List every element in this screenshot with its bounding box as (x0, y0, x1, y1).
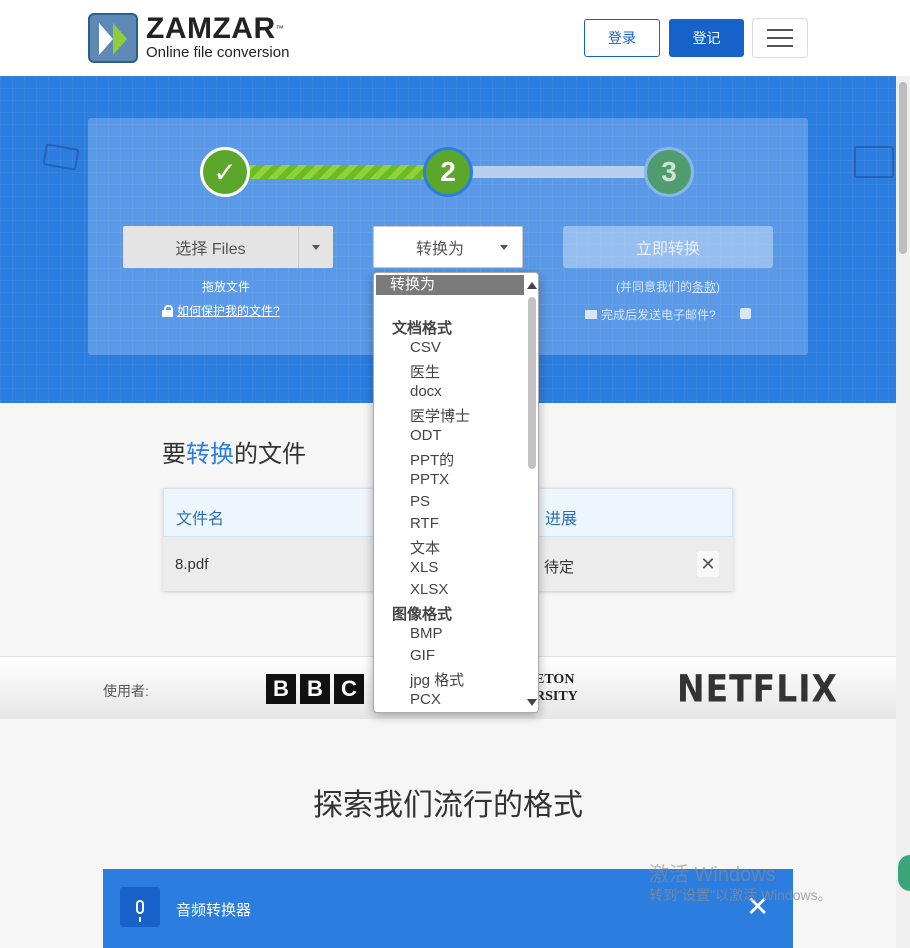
files-title-prefix: 要 (162, 441, 186, 468)
logo-name: ZAMZAR (146, 12, 276, 45)
remove-file-button[interactable]: ✕ (697, 551, 719, 577)
dropdown-option-selected[interactable]: 转换为 (376, 275, 524, 295)
dropdown-option[interactable]: PCX (410, 691, 441, 708)
menu-bar-icon (767, 29, 793, 31)
hamburger-menu-button[interactable] (752, 18, 808, 58)
princeton-logo: ETON RSITY (535, 671, 578, 705)
files-section-title: 要转换的文件 (162, 434, 306, 469)
dropdown-option[interactable]: 医生 (410, 361, 440, 382)
email-on-complete: 完成后发送电子邮件? (585, 306, 716, 323)
netflix-logo: NETFLIX (677, 666, 838, 711)
dropdown-option[interactable]: 医学博士 (410, 405, 470, 426)
progress-bar-complete (248, 165, 426, 179)
email-on-complete-label: 完成后发送电子邮件? (601, 308, 716, 322)
column-header-progress: 进展 (545, 511, 578, 528)
menu-bar-icon (767, 45, 793, 47)
choose-files-dropdown-toggle[interactable] (299, 226, 333, 268)
logo-tagline: Online file conversion (146, 44, 290, 61)
chevron-down-icon (500, 245, 508, 250)
lock-icon (162, 304, 173, 317)
step-3-indicator: 3 (644, 147, 694, 197)
signup-button[interactable]: 登记 (669, 19, 744, 57)
microphone-icon (136, 900, 144, 922)
choose-files-button[interactable]: 选择 Files (123, 226, 333, 268)
windows-activation-watermark: 激活 Windows (649, 864, 776, 886)
dropdown-option[interactable]: XLS (410, 559, 438, 576)
page-scrollbar-thumb[interactable] (899, 82, 907, 254)
decorative-doodle-icon (42, 143, 80, 171)
zamzar-logo-icon (88, 13, 138, 63)
file-name-cell: 8.pdf (175, 556, 209, 573)
convert-to-select-value: 转换为 (416, 241, 465, 258)
drop-files-hint: 拖放文件 (202, 280, 251, 294)
microphone-icon-box (120, 887, 160, 927)
terms-prefix: (并同意我们的 (616, 280, 692, 294)
dropdown-option[interactable]: PPTX (410, 471, 449, 488)
file-status-cell: 待定 (544, 559, 575, 576)
envelope-icon (585, 310, 597, 319)
page-scrollbar[interactable] (896, 76, 910, 948)
site-header: ZAMZAR™ Online file conversion 登录 登记 (0, 0, 910, 76)
option-group-documents: 文档格式 (392, 320, 453, 337)
progress-bar-pending (470, 166, 648, 178)
dropdown-option[interactable]: docx (410, 383, 442, 400)
option-group-images: 图像格式 (392, 606, 453, 623)
explore-formats-title: 探索我们流行的格式 (313, 789, 583, 822)
column-header-filename: 文件名 (176, 511, 225, 528)
zamzar-logo[interactable]: ZAMZAR™ Online file conversion (88, 13, 289, 63)
audio-converter-label[interactable]: 音频转换器 (176, 899, 251, 920)
chevron-down-icon (312, 244, 320, 250)
convert-to-select[interactable]: 转换为 (373, 226, 523, 268)
dropdown-option[interactable]: XLSX (410, 581, 448, 598)
menu-bar-icon (767, 37, 793, 39)
used-by-label: 使用者: (103, 683, 149, 699)
bbc-logo-letter: B (266, 674, 296, 704)
step-2-indicator: 2 (423, 147, 473, 197)
dropdown-option[interactable]: PS (410, 493, 430, 510)
bbc-logo-letter: B (300, 674, 330, 704)
login-button[interactable]: 登录 (584, 19, 660, 57)
bbc-logo: B B C (266, 674, 364, 704)
windows-activation-watermark-sub: 转到"设置"以激活 Windows。 (649, 887, 832, 903)
dropdown-scrollbar[interactable] (524, 273, 538, 712)
protect-files-link-label[interactable]: 如何保护我的文件? (177, 302, 280, 319)
dropdown-option[interactable]: 文本 (410, 537, 440, 558)
dropdown-option[interactable]: CSV (410, 339, 441, 356)
terms-link[interactable]: 条款 (692, 280, 716, 294)
scroll-down-arrow-icon[interactable] (527, 699, 537, 706)
files-title-suffix: 的文件 (234, 441, 306, 468)
choose-files-label[interactable]: 选择 Files (123, 226, 299, 268)
princeton-logo-line2: RSITY (535, 689, 578, 704)
dropdown-option[interactable]: BMP (410, 625, 443, 642)
terms-agreement: (并同意我们的条款) (616, 278, 720, 295)
dropdown-scrollbar-thumb[interactable] (528, 297, 536, 469)
files-title-highlight: 转换 (186, 441, 234, 468)
dropdown-option[interactable]: jpg 格式 (410, 669, 464, 690)
dropdown-option[interactable]: ODT (410, 427, 442, 444)
dropdown-option[interactable]: PPT的 (410, 449, 454, 470)
terms-suffix: ) (716, 280, 721, 294)
convert-now-button[interactable]: 立即转换 (563, 226, 773, 268)
protect-files-link[interactable]: 如何保护我的文件? (162, 302, 280, 319)
step-1-check-icon: ✓ (200, 147, 250, 197)
logo-trademark: ™ (275, 24, 285, 33)
scroll-up-arrow-icon[interactable] (527, 282, 537, 289)
convert-to-dropdown-list[interactable]: 转换为 文档格式 CSV 医生 docx 医学博士 ODT PPT的 PPTX … (373, 272, 539, 713)
dropdown-option[interactable]: GIF (410, 647, 435, 664)
edge-sidebar-icon[interactable] (898, 855, 910, 891)
decorative-doodle-icon (854, 146, 894, 178)
dropdown-option[interactable]: RTF (410, 515, 439, 532)
princeton-logo-line1: ETON (535, 672, 575, 687)
bbc-logo-letter: C (334, 674, 364, 704)
email-checkbox[interactable] (740, 308, 751, 319)
